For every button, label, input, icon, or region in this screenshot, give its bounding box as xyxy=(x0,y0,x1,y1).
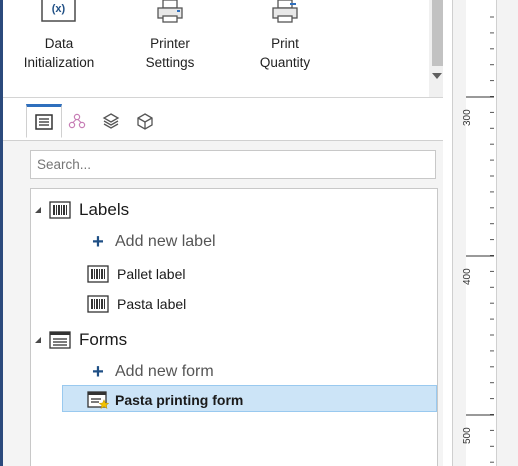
tree-item-label-text: Pasta label xyxy=(117,296,187,312)
barcode-icon xyxy=(87,295,109,313)
ruler-label: 500 xyxy=(462,427,473,444)
tree-item-label-text: Pallet label xyxy=(117,266,186,282)
expand-triangle-icon[interactable] xyxy=(35,337,41,343)
tree-group-labels[interactable]: Labels xyxy=(35,196,129,224)
tab-layers[interactable] xyxy=(94,104,128,138)
tree-item-form-text: Pasta printing form xyxy=(115,392,244,408)
plus-icon: + xyxy=(92,361,104,383)
printer-settings-label-1: Printer xyxy=(150,36,190,51)
form-star-icon xyxy=(87,391,109,409)
ruler-line xyxy=(496,0,497,466)
print-quantity-icon xyxy=(272,0,298,23)
list-icon xyxy=(35,114,53,130)
cube-icon xyxy=(137,112,153,130)
barcode-icon xyxy=(49,201,71,219)
variable-icon: (x) xyxy=(41,0,76,22)
expand-triangle-icon[interactable] xyxy=(35,207,41,213)
tab-data-sources[interactable] xyxy=(60,104,94,138)
add-new-form-text: Add new form xyxy=(115,363,214,380)
print-quantity-button[interactable]: Print Quantity xyxy=(245,0,325,72)
ruler-label: 400 xyxy=(462,268,473,285)
ribbon: (x) Data Initialization Printer Settings xyxy=(3,0,446,98)
add-new-label-button[interactable]: + Add new label xyxy=(87,228,216,256)
printer-settings-button[interactable]: Printer Settings xyxy=(129,0,211,72)
explorer-tabstrip xyxy=(3,98,443,141)
form-icon xyxy=(49,331,71,349)
ruler-edge xyxy=(452,0,453,466)
printer-settings-icon xyxy=(157,0,183,23)
tree-group-forms[interactable]: Forms xyxy=(35,326,127,354)
tab-objects[interactable] xyxy=(128,104,162,138)
data-initialization-label-2: Initialization xyxy=(23,55,95,70)
data-initialization-label-1: Data xyxy=(44,36,74,51)
tree-group-labels-text: Labels xyxy=(79,200,130,219)
data-initialization-button[interactable]: (x) Data Initialization xyxy=(5,0,113,72)
add-new-form-button[interactable]: + Add new form xyxy=(87,358,214,386)
ruler-ticks xyxy=(466,16,494,463)
printer-settings-label-2: Settings xyxy=(145,55,195,70)
explorer-panel: Labels + Add new label Pallet label xyxy=(3,141,443,466)
print-quantity-label-1: Print xyxy=(271,36,299,51)
ribbon-scrollbar-thumb[interactable] xyxy=(432,0,443,66)
search-input[interactable] xyxy=(30,150,436,179)
plus-icon: + xyxy=(92,231,104,253)
tab-labels-forms[interactable] xyxy=(26,104,62,138)
ruler-scale xyxy=(466,0,496,466)
layers-icon xyxy=(102,113,120,129)
barcode-icon xyxy=(87,265,109,283)
tree-item-label[interactable]: Pasta label xyxy=(87,290,186,318)
ruler-label: 300 xyxy=(462,109,473,126)
chevron-down-icon[interactable] xyxy=(432,73,442,79)
solution-tree: Labels + Add new label Pallet label Past… xyxy=(30,188,438,466)
tree-item-form[interactable]: Pasta printing form xyxy=(87,386,243,414)
svg-text:(x): (x) xyxy=(52,3,66,15)
tree-item-label[interactable]: Pallet label xyxy=(87,260,186,288)
app-window: (x) Data Initialization Printer Settings xyxy=(0,0,518,466)
print-quantity-label-2: Quantity xyxy=(259,55,311,70)
splitter[interactable] xyxy=(443,0,452,466)
hierarchy-icon xyxy=(68,113,86,129)
add-new-label-text: Add new label xyxy=(115,233,216,250)
tree-group-forms-text: Forms xyxy=(79,330,128,349)
